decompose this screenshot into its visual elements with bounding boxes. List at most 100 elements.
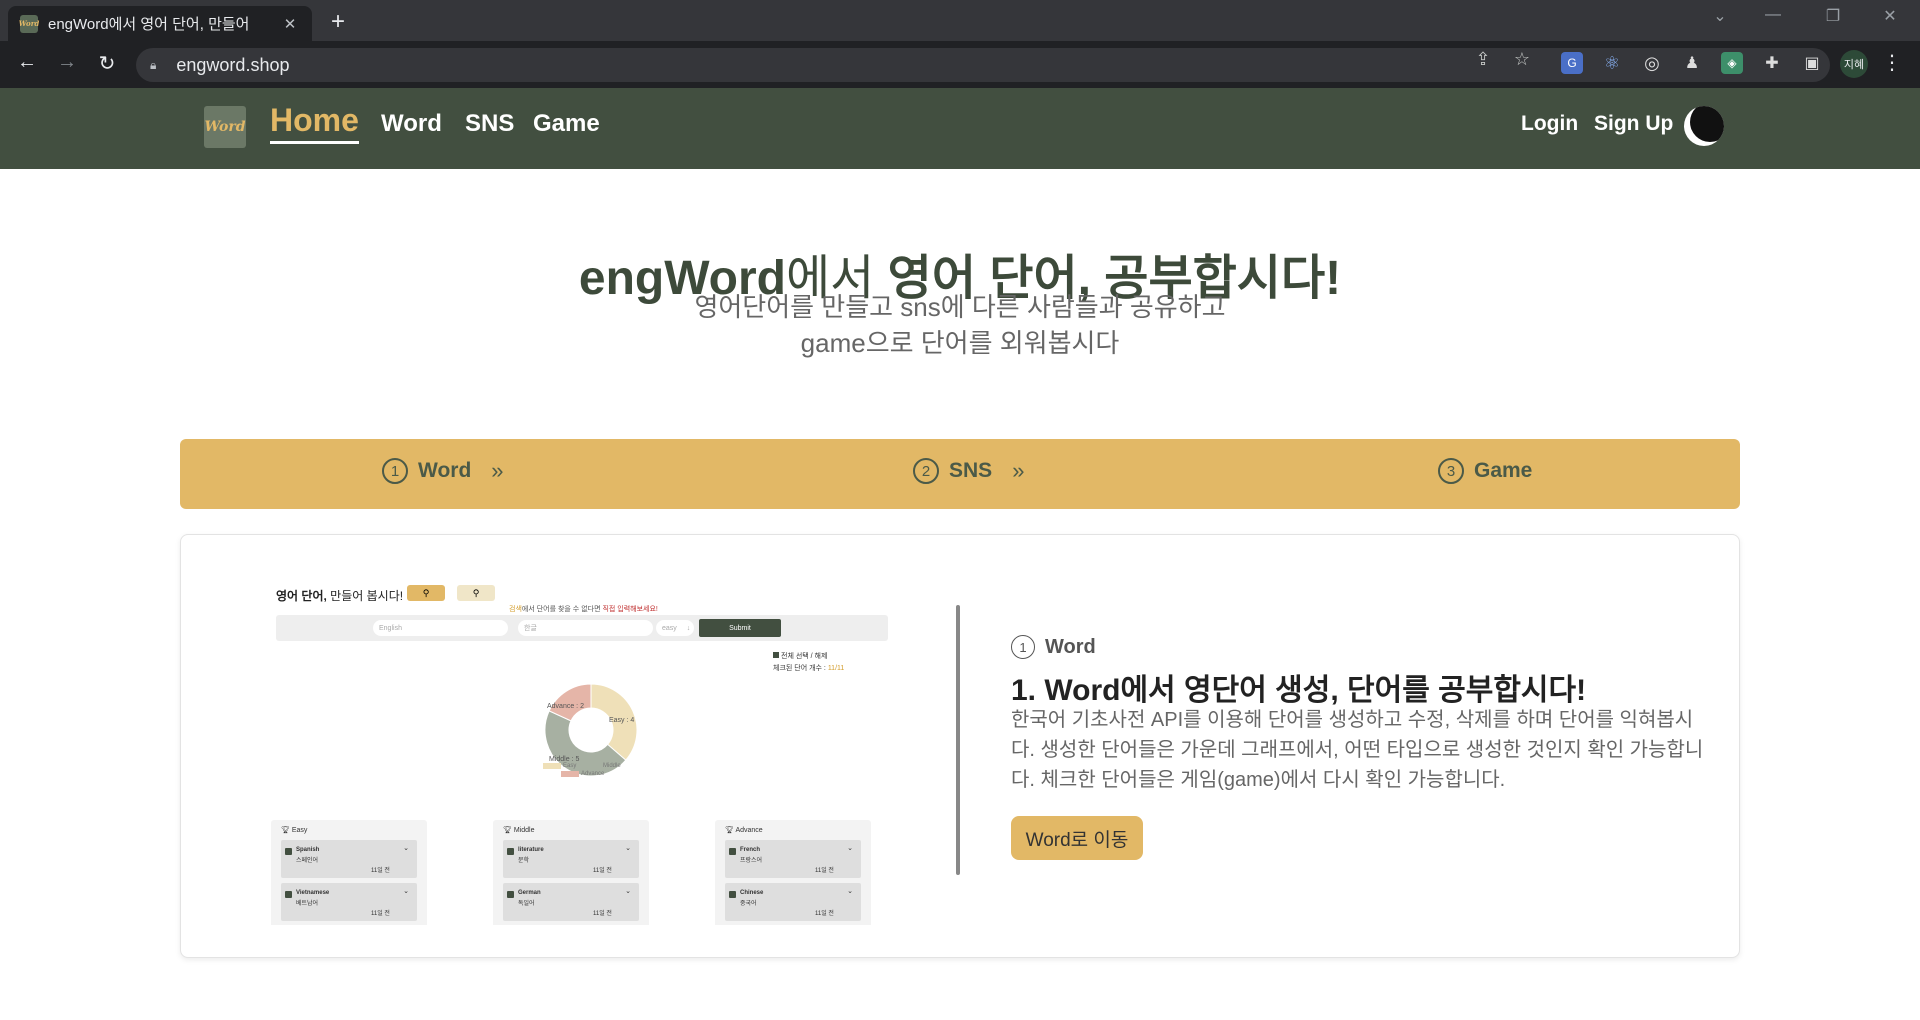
date-text: 11일 전: [593, 911, 612, 917]
checkbox-icon: [285, 848, 292, 855]
share-icon[interactable]: ⇪: [1468, 49, 1498, 70]
browser-tab[interactable]: Word engWord에서 영어 단어, 만들어 ✕: [8, 6, 312, 41]
word-item: French 프랑스어 11일 전 ⌄: [725, 840, 861, 878]
tab-favicon-icon: Word: [19, 14, 39, 33]
person-extension-icon[interactable]: ♟: [1681, 52, 1703, 74]
date-text: 11일 전: [593, 868, 612, 874]
target-extension-icon[interactable]: ◎: [1641, 52, 1663, 74]
side-panel-icon[interactable]: ▣: [1801, 52, 1823, 74]
preview-title-bold: 영어 단어,: [276, 589, 327, 603]
preview-count: 11/11: [827, 665, 845, 672]
step-number: 3: [1438, 458, 1464, 484]
column-header: 🏆︎ Middle: [503, 827, 535, 834]
steps-bar: 1 Word » 2 SNS » 3 Game: [180, 439, 1740, 509]
hero-subtitle-line1: 영어단어를 만들고 sns에 다른 사람들과 공유하고: [694, 292, 1226, 322]
word-item: German 독일어 11일 전 ⌄: [503, 883, 639, 921]
step-word[interactable]: 1 Word »: [382, 458, 504, 484]
back-arrow-icon[interactable]: ←: [13, 51, 41, 74]
description-body: 한국어 기초사전 API를 이용해 단어를 생성하고 수정, 삭제를 하며 단어…: [1011, 709, 1704, 791]
preview-count-label: 체크된 단어 개수 :: [773, 665, 828, 672]
browser-tabbar: Word engWord에서 영어 단어, 만들어 ✕ + ⌄ — ❐ ✕: [0, 0, 1920, 41]
minimize-icon[interactable]: —: [1753, 6, 1793, 24]
window-close-icon[interactable]: ✕: [1870, 6, 1910, 26]
preview-column-middle: 🏆︎ Middle literature 문학 11일 전 ⌄ German 독일어 11…: [493, 820, 649, 925]
meaning-text: 중국어: [740, 901, 757, 907]
restore-icon[interactable]: ❐: [1813, 6, 1853, 26]
profile-avatar[interactable]: 지혜: [1840, 50, 1868, 78]
browser-menu-icon[interactable]: ⋮: [1880, 50, 1904, 75]
chevron-down-icon: ⌄: [625, 845, 631, 852]
forward-arrow-icon[interactable]: →: [53, 51, 81, 74]
tab-close-icon[interactable]: ✕: [280, 15, 300, 33]
word-text: literature: [518, 847, 544, 853]
word-item: Chinese 중국어 11일 전 ⌄: [725, 883, 861, 921]
meaning-text: 문학: [518, 858, 530, 864]
chevron-down-icon: ⌄: [625, 888, 631, 895]
meaning-text: 독일어: [518, 901, 535, 907]
preview-scrollbar[interactable]: [955, 565, 961, 925]
tab-title: engWord에서 영어 단어, 만들어: [48, 16, 250, 33]
legend-middle: Middle: [583, 763, 621, 769]
preview-chart-legend: Easy Middle Advance: [543, 763, 626, 779]
description-step: 1 Word: [1011, 635, 1096, 659]
word-text: Chinese: [740, 890, 764, 896]
chevron-right-icon: »: [1012, 458, 1025, 483]
bookmark-star-icon[interactable]: ☆: [1507, 49, 1537, 70]
word-page-preview[interactable]: 영어 단어, 만들어 봅시다! ⚲ ⚲ 검색에서 단어를 찾을 수 없다면 직접…: [271, 565, 961, 925]
app-extension-icon[interactable]: ◈: [1721, 52, 1743, 74]
react-devtools-icon[interactable]: ⚛: [1601, 52, 1623, 74]
word-text: German: [518, 890, 541, 896]
preview-column-advance: 🏆︎ Advance French 프랑스어 11일 전 ⌄ Chinese 중국어 11…: [715, 820, 871, 925]
step-sns[interactable]: 2 SNS »: [913, 458, 1024, 484]
scrollbar-thumb[interactable]: [956, 605, 960, 875]
reload-icon[interactable]: ↻: [93, 51, 121, 76]
signup-link[interactable]: Sign Up: [1594, 112, 1673, 136]
meaning-text: 프랑스어: [740, 858, 763, 864]
preview-level-value: easy: [662, 624, 677, 632]
column-header: 🏆︎ Advance: [725, 827, 763, 834]
date-text: 11일 전: [371, 868, 390, 874]
tab-search-icon[interactable]: ⌄: [1700, 6, 1740, 26]
preview-column-easy: 🏆︎ Easy Spanish 스페인어 11일 전 ⌄ Vietnamese 베트남어…: [271, 820, 427, 925]
dark-mode-moon-icon[interactable]: [1684, 106, 1724, 146]
translate-extension-icon[interactable]: G: [1561, 52, 1583, 74]
step-label: Word: [1045, 635, 1096, 658]
chevron-down-icon: ⌄: [847, 888, 853, 895]
column-header-label: Middle: [513, 827, 535, 834]
preview-search-icon: ⚲: [457, 585, 495, 601]
login-link[interactable]: Login: [1521, 112, 1578, 136]
extensions-puzzle-icon[interactable]: ✚: [1761, 52, 1783, 74]
preview-hint-c: 직접 입력해보세요!: [602, 606, 658, 613]
lock-icon: 🔒︎: [150, 57, 157, 72]
checkbox-icon: [507, 848, 514, 855]
preview-korean-input: 한글: [518, 620, 653, 636]
nav-sns-link[interactable]: SNS: [465, 110, 514, 138]
preview-english-input: English: [373, 620, 508, 636]
nav-game-link[interactable]: Game: [533, 110, 600, 138]
chart-label-easy: Easy : 4: [609, 717, 634, 724]
step-label: Word: [418, 459, 472, 482]
site-logo[interactable]: Word: [204, 106, 246, 148]
checkbox-icon: [507, 891, 514, 898]
browser-toolbar: ← → ↻ 🔒︎ engword.shop ⇪ ☆ G ⚛ ◎ ♟ ◈ ✚ ▣ …: [0, 41, 1920, 88]
column-header-label: Advance: [735, 827, 763, 834]
legend-label: Middle: [603, 763, 621, 769]
chevron-down-icon: ⌄: [403, 845, 409, 852]
new-tab-button[interactable]: +: [324, 8, 352, 36]
go-to-word-button[interactable]: Word로 이동: [1011, 816, 1143, 860]
feature-card: 영어 단어, 만들어 봅시다! ⚲ ⚲ 검색에서 단어를 찾을 수 없다면 직접…: [180, 534, 1740, 958]
step-game[interactable]: 3 Game: [1438, 458, 1532, 484]
hero-subtitle-line2: game으로 단어를 외워봅시다: [800, 328, 1120, 358]
preview-check-info: 전체 선택 / 해제 체크된 단어 개수 : 11/11: [773, 651, 844, 675]
word-text: Spanish: [296, 847, 320, 853]
chevron-down-icon: ⌄: [847, 845, 853, 852]
nav-word-link[interactable]: Word: [381, 110, 442, 138]
word-item: literature 문학 11일 전 ⌄: [503, 840, 639, 878]
checkbox-icon: [285, 891, 292, 898]
legend-advance: Advance: [561, 771, 604, 777]
legend-label: Easy: [563, 763, 577, 769]
step-number: 2: [913, 458, 939, 484]
word-item: Vietnamese 베트남어 11일 전 ⌄: [281, 883, 417, 921]
preview-form: English 한글 easy ↓ Submit: [276, 615, 888, 641]
nav-home-link[interactable]: Home: [270, 102, 359, 144]
